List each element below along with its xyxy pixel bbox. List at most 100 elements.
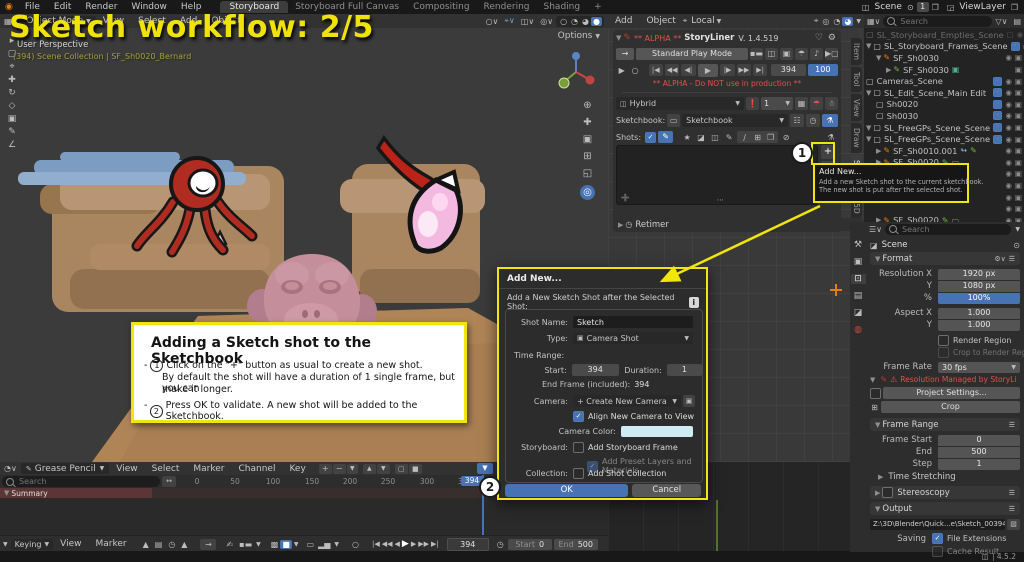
outliner-row[interactable]: ▢ Sh0020 ✓◉▣ [866,99,1022,111]
render-camera-icon[interactable]: ▣ [1015,123,1022,132]
stats-dropdown-icon[interactable]: ▼ [254,541,263,548]
shading-material-icon[interactable]: ◕ [842,17,853,26]
outliner-row[interactable]: ▶ ✎ SF_Sh0030 ▣ ▣ [866,64,1022,76]
output-panel-header[interactable]: ▼Output ☰ [870,502,1020,515]
tab-rendering[interactable]: Rendering [477,2,537,12]
time-stretching-label[interactable]: Time Stretching [888,472,955,482]
tab-draw[interactable]: Draw [851,123,862,153]
tab-item[interactable]: Item [851,38,862,65]
render-camera-icon[interactable]: ▣ [1015,53,1022,62]
shot-name-input[interactable] [573,316,693,328]
link-icon[interactable]: ⊘ [780,133,792,142]
frame-range-panel-header[interactable]: ▼Frame Range ☰ [870,418,1020,431]
options-button[interactable]: Options▼ [558,31,600,41]
current-frame-field[interactable]: 394 [447,538,489,551]
cancel-button[interactable]: Cancel [632,484,701,497]
layout-mode-dropdown[interactable]: ◫ Hybrid ▼ [616,97,744,110]
render-camera-icon[interactable]: ▣ [1015,88,1022,97]
count-spinner[interactable]: 1▼ [761,97,793,110]
file-extensions-checkbox[interactable]: ✓ [932,533,943,544]
render-camera-icon[interactable]: ▣ [1015,146,1022,155]
menu-edit[interactable]: Edit [47,2,78,12]
aspect-x-field[interactable]: 1.000 [938,308,1020,319]
aspect-y-field[interactable]: 1.000 [938,320,1020,331]
file-badge-icon[interactable]: ▭ [305,540,317,549]
camera-to-view-icon[interactable]: ◎ [580,185,595,200]
hide-eye-icon[interactable]: ◉ [1005,53,1012,62]
prev-keyframe-button[interactable]: ◀◀ [382,540,393,548]
transform-tool-icon[interactable]: ▣ [3,114,21,124]
play-button[interactable]: ▶ [402,539,409,549]
blender-logo-icon[interactable]: ◉ [0,2,18,12]
shots-checkbox[interactable]: ✓ [645,132,656,143]
viewlayer-copy-icon[interactable]: ❐ [1011,3,1018,12]
outliner-search-box[interactable] [883,16,992,27]
properties-search-box[interactable] [885,224,1011,235]
chart-icon[interactable]: ▂▅ [316,540,332,549]
shots-list[interactable]: ➕ ⋯ [616,145,818,205]
team-icon[interactable]: ☃ [825,97,838,110]
outliner-search-input[interactable] [898,16,972,27]
render-camera-icon[interactable]: ▣ [1015,204,1022,213]
eyedropper-icon[interactable]: ✎ [723,133,735,142]
jump-end-button[interactable]: ▶| [431,540,439,548]
breadcrumb-scene[interactable]: Scene [882,240,908,250]
panel-menu-icon[interactable]: ☰ [1009,505,1015,513]
shot-tools-icon[interactable]: ⚗ [824,133,838,142]
annotate-tool-icon[interactable]: ✎ [3,127,21,137]
move-channel-up-button[interactable]: ▲ [363,464,376,474]
output-path-field[interactable]: Z:\3D\Blender\Quick...e\Sketch_00394.png [870,519,1005,530]
outliner-row[interactable]: ◉▣ [866,203,1022,215]
hide-eye-icon[interactable]: ◉ [1005,181,1012,190]
menu-help[interactable]: Help [174,2,209,12]
overlays-icon[interactable]: ◫∨ [518,17,537,26]
hide-eye-icon[interactable]: ◉ [1017,30,1024,39]
hide-eye-icon[interactable]: ◉ [1005,169,1012,178]
sync-icon[interactable]: ○ [349,540,362,549]
expand-icon[interactable]: ▶ [886,66,891,74]
timing-clock-icon[interactable]: ◷ [806,114,820,127]
editor-type-icon[interactable]: ◔∨ [0,464,21,473]
outliner-row[interactable]: ▶ ✎ SF_Sh0020 ✎ ▭ ◉▣ [866,215,1022,223]
filter-funnel-icon[interactable]: ▼ [477,463,493,474]
snap-keys-icon[interactable]: ▩ [269,540,281,549]
record-icon[interactable]: ○ [629,66,640,75]
exclude-checkbox[interactable]: ✓ [1011,42,1020,51]
keyframe-insert-icon[interactable]: ▲ [178,540,190,549]
sketch-mode-icon[interactable]: ✍ [222,540,237,549]
snap-magnet-icon[interactable]: ⌖∨ [501,16,517,26]
use-preview-range-icon[interactable]: ◷ [493,540,508,549]
viewlayer-selector[interactable]: ViewLayer [954,2,1010,12]
hide-eye-icon[interactable]: ◉ [1005,77,1012,86]
gizmos-icon[interactable]: ◎∨ [537,17,556,26]
play-mode-button[interactable]: Standard Play Mode [636,48,748,60]
exclude-checkbox[interactable]: ✓ [993,135,1002,144]
frame-start-field[interactable]: 0 [938,435,1020,446]
hide-eye-icon[interactable]: ◉ [1005,100,1012,109]
exclude-checkbox[interactable]: ✓ [993,88,1002,97]
warning-badge-icon[interactable]: ❗ [746,97,759,110]
pan-view-icon[interactable]: ✚ [583,117,591,128]
fullscreen-toggle-icon[interactable]: ◱ [583,168,592,179]
ortho-toggle-icon[interactable]: ⊞ [583,151,591,162]
render-camera-icon[interactable]: ▣ [1015,100,1022,109]
storyboard-frame-checkbox[interactable] [573,442,584,453]
project-settings-checkbox[interactable] [870,388,881,399]
expand-icon[interactable]: ▼ [866,135,871,143]
duplicate-frame-icon[interactable]: ❐ [765,133,776,142]
auto-key-clock-icon[interactable]: ◷ [165,540,178,549]
tools-toggle-icon[interactable]: ⚗ [822,114,838,127]
display-icon[interactable]: ▣ [780,48,793,60]
sketchbook-page-icon[interactable]: ▭ [667,114,680,127]
menu-marker[interactable]: Marker [88,539,133,549]
expand-icon[interactable]: ▼ [866,89,871,97]
camera-icon[interactable]: ▶▢ [825,48,838,60]
lock-button[interactable]: ■ [409,464,422,474]
add-workspace-button[interactable]: + [587,2,609,12]
duration-field[interactable]: 1 [667,364,702,376]
stats-bars-icon[interactable]: ▪▬ [237,540,254,549]
settings-gear-icon[interactable]: ⚙ [826,33,838,43]
outliner-row[interactable]: ▶ ✎ SF_Sh0010.001 ↬ ✎ ◉▣ [866,145,1022,157]
tab-output-icon[interactable]: ⊡ [851,274,866,284]
help-icon[interactable]: ♡ [812,33,826,43]
